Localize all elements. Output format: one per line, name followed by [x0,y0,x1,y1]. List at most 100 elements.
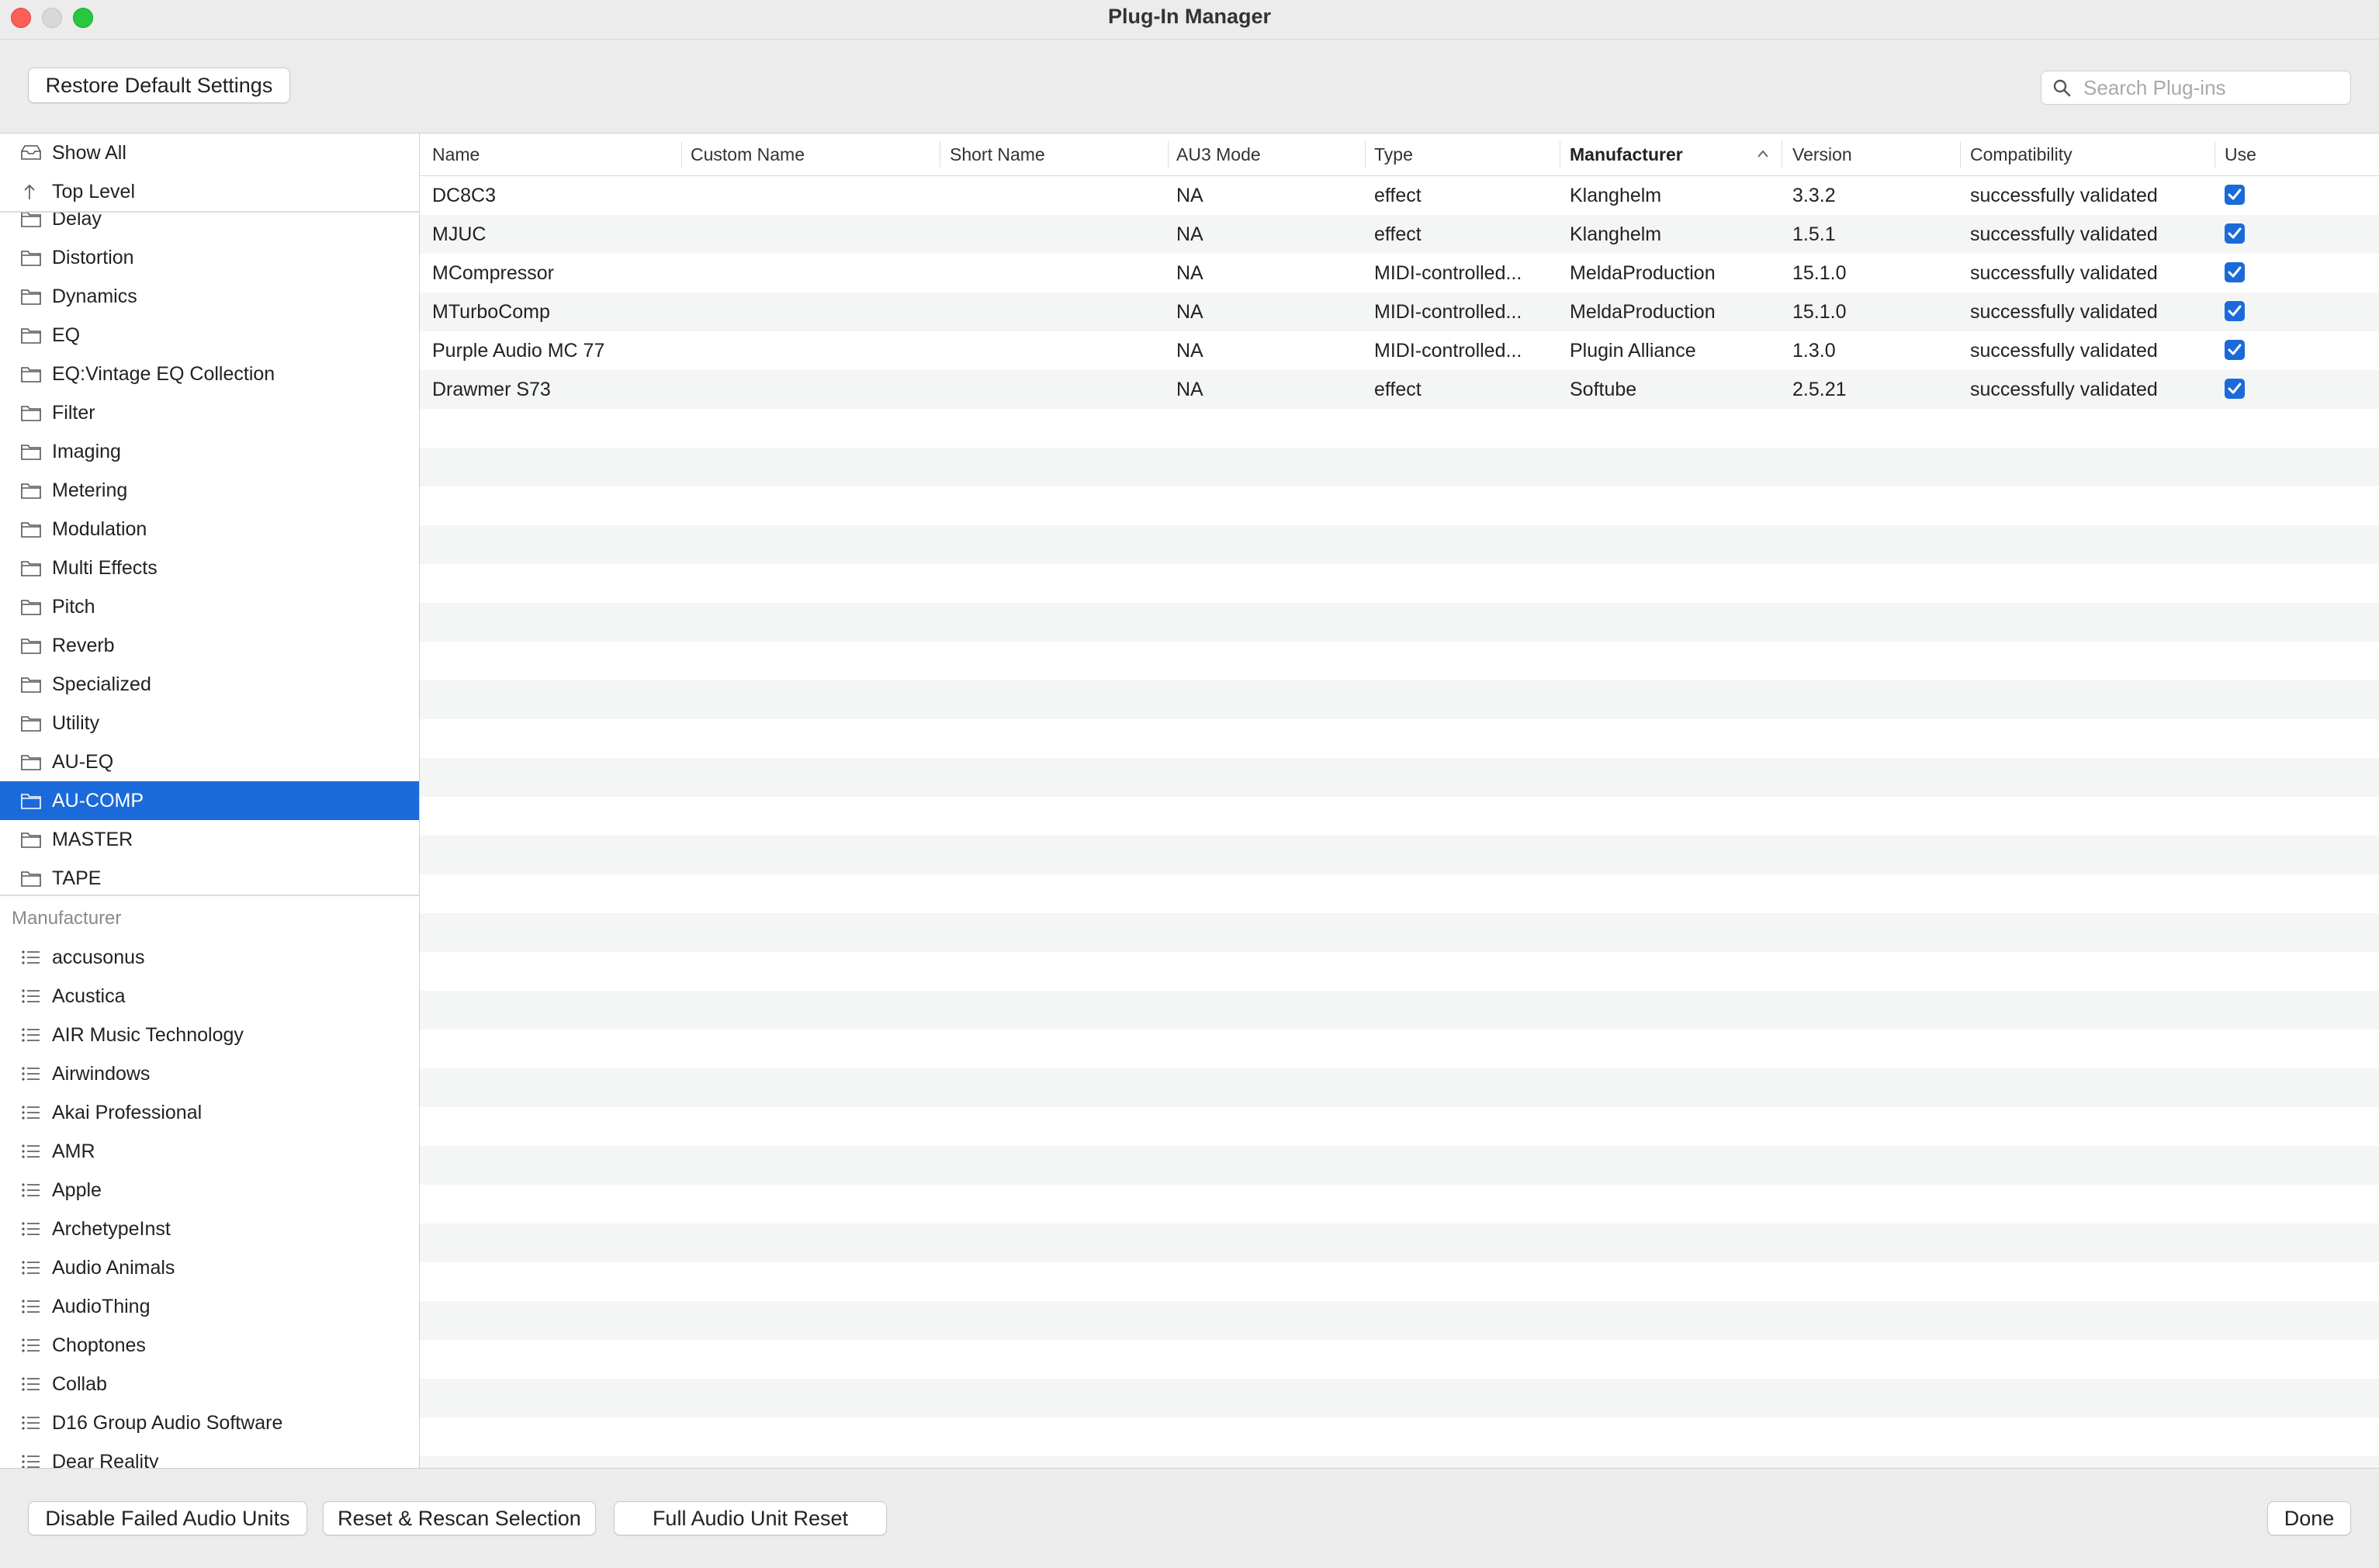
sidebar-item-label: Reverb [52,635,115,656]
sidebar-item-label: Utility [52,712,100,734]
column-header-manufacturer[interactable]: Manufacturer [1570,144,1683,165]
empty-table-row [420,952,2379,991]
sidebar-item-label: EQ [52,324,81,346]
empty-table-row [420,758,2379,797]
sidebar-item-label: Dynamics [52,286,137,307]
folder-icon [20,520,42,538]
search-input[interactable]: Search Plug-ins [2041,71,2351,105]
table-row[interactable]: MCompressor NA MIDI-controlled... MeldaProd… [420,254,2379,292]
sidebar-manufacturer-archetypeinst[interactable]: ArchetypeInst [0,1210,419,1248]
checkmark-icon [2228,344,2242,355]
column-divider[interactable] [1960,141,1961,168]
sidebar-manufacturer-airwindows[interactable]: Airwindows [0,1054,419,1093]
cell-type: effect [1374,223,1422,245]
sidebar-item-filter[interactable]: Filter [0,393,419,432]
empty-table-row [420,1456,2379,1468]
sidebar-divider [0,895,419,896]
sidebar-item-modulation[interactable]: Modulation [0,510,419,549]
sidebar-item-imaging[interactable]: Imaging [0,432,419,471]
use-checkbox[interactable] [2225,262,2245,282]
sidebar-manufacturer-audio-animals[interactable]: Audio Animals [0,1248,419,1287]
folder-icon [20,597,42,616]
sidebar-item-label: Imaging [52,441,121,462]
sidebar-item-distortion[interactable]: Distortion [0,238,419,277]
folder-icon [20,326,42,344]
sidebar-item-metering[interactable]: Metering [0,471,419,510]
sidebar-manufacturer-acustica[interactable]: Acustica [0,977,419,1016]
sidebar-manufacturer-air-music-technology[interactable]: AIR Music Technology [0,1016,419,1054]
empty-table-row [420,913,2379,952]
table-row[interactable]: MJUC NA effect Klanghelm 1.5.1 successfully v… [420,215,2379,254]
empty-table-row [420,525,2379,564]
sidebar-item-au-comp[interactable]: AU-COMP [0,781,419,820]
column-header-name[interactable]: Name [432,144,480,165]
sidebar-item-label: AU-EQ [52,751,114,773]
cell-version: 2.5.21 [1792,379,1847,400]
sidebar-manufacturer-collab[interactable]: Collab [0,1365,419,1404]
use-checkbox[interactable] [2225,301,2245,321]
empty-table-row [420,1417,2379,1456]
use-checkbox[interactable] [2225,379,2245,399]
sidebar-item-eq-vintage-eq-collection[interactable]: EQ:Vintage EQ Collection [0,355,419,393]
disable-failed-audio-units-button[interactable]: Disable Failed Audio Units [28,1501,307,1535]
table-row[interactable]: MTurboComp NA MIDI-controlled... MeldaProdu… [420,292,2379,331]
sidebar-item-specialized[interactable]: Specialized [0,665,419,704]
table-row[interactable]: DC8C3 NA effect Klanghelm 3.3.2 successfully … [420,176,2379,215]
sidebar-manufacturer-d16-group-audio-software[interactable]: D16 Group Audio Software [0,1404,419,1442]
sidebar-item-label: Dear Reality [52,1451,159,1468]
column-header-version[interactable]: Version [1792,144,1852,165]
list-icon [20,1026,42,1044]
sidebar-manufacturer-amr[interactable]: AMR [0,1132,419,1171]
list-icon [20,1181,42,1199]
sidebar-item-dynamics[interactable]: Dynamics [0,277,419,316]
reset-rescan-selection-button[interactable]: Reset & Rescan Selection [323,1501,596,1535]
cell-au3-mode: NA [1176,379,1203,400]
column-header-type[interactable]: Type [1374,144,1413,165]
table-header: Name Custom Name Short Name AU3 Mode Typ… [420,133,2379,176]
folder-icon [20,403,42,422]
sidebar-item-eq[interactable]: EQ [0,316,419,355]
empty-table-row [420,564,2379,603]
plugin-table: Name Custom Name Short Name AU3 Mode Typ… [420,133,2379,1468]
sidebar-manufacturer-accusonus[interactable]: accusonus [0,938,419,977]
column-header-short-name[interactable]: Short Name [950,144,1045,165]
empty-table-row [420,874,2379,913]
table-row[interactable]: Purple Audio MC 77 NA MIDI-controlled... Pl… [420,331,2379,370]
column-header-au3-mode[interactable]: AU3 Mode [1176,144,1261,165]
sidebar-item-label: Top Level [52,181,136,202]
sidebar-manufacturer-apple[interactable]: Apple [0,1171,419,1210]
sidebar-item-top-level[interactable]: Top Level [0,172,419,211]
sidebar-item-show-all[interactable]: Show All [0,133,419,172]
cell-version: 1.3.0 [1792,340,1836,362]
sidebar-manufacturer-dear-reality[interactable]: Dear Reality [0,1442,419,1468]
table-row[interactable]: Drawmer S73 NA effect Softube 2.5.21 successf… [420,370,2379,409]
folder-icon [20,714,42,732]
column-divider[interactable] [1168,141,1169,168]
search-placeholder: Search Plug-ins [2083,76,2226,99]
column-divider[interactable] [681,141,682,168]
use-checkbox[interactable] [2225,340,2245,360]
sidebar-manufacturer-akai-professional[interactable]: Akai Professional [0,1093,419,1132]
column-divider[interactable] [1365,141,1366,168]
sidebar-item-au-eq[interactable]: AU-EQ [0,742,419,781]
sidebar-item-reverb[interactable]: Reverb [0,626,419,665]
full-audio-unit-reset-button[interactable]: Full Audio Unit Reset [614,1501,887,1535]
cell-compatibility: successfully validated [1970,262,2158,284]
sidebar-item-multi-effects[interactable]: Multi Effects [0,549,419,587]
use-checkbox[interactable] [2225,223,2245,244]
column-header-compatibility[interactable]: Compatibility [1970,144,2073,165]
restore-default-settings-button[interactable]: Restore Default Settings [28,67,290,103]
column-header-use[interactable]: Use [2225,144,2256,165]
list-icon [20,948,42,967]
sidebar-item-pitch[interactable]: Pitch [0,587,419,626]
use-checkbox[interactable] [2225,185,2245,205]
empty-table-row [420,642,2379,680]
sidebar-item-tape[interactable]: TAPE [0,859,419,898]
sidebar-manufacturer-choptones[interactable]: Choptones [0,1326,419,1365]
sidebar-item-utility[interactable]: Utility [0,704,419,742]
list-icon [20,1414,42,1432]
column-header-custom-name[interactable]: Custom Name [691,144,805,165]
sidebar-manufacturer-audiothing[interactable]: AudioThing [0,1287,419,1326]
sidebar-item-master[interactable]: MASTER [0,820,419,859]
done-button[interactable]: Done [2267,1501,2351,1535]
